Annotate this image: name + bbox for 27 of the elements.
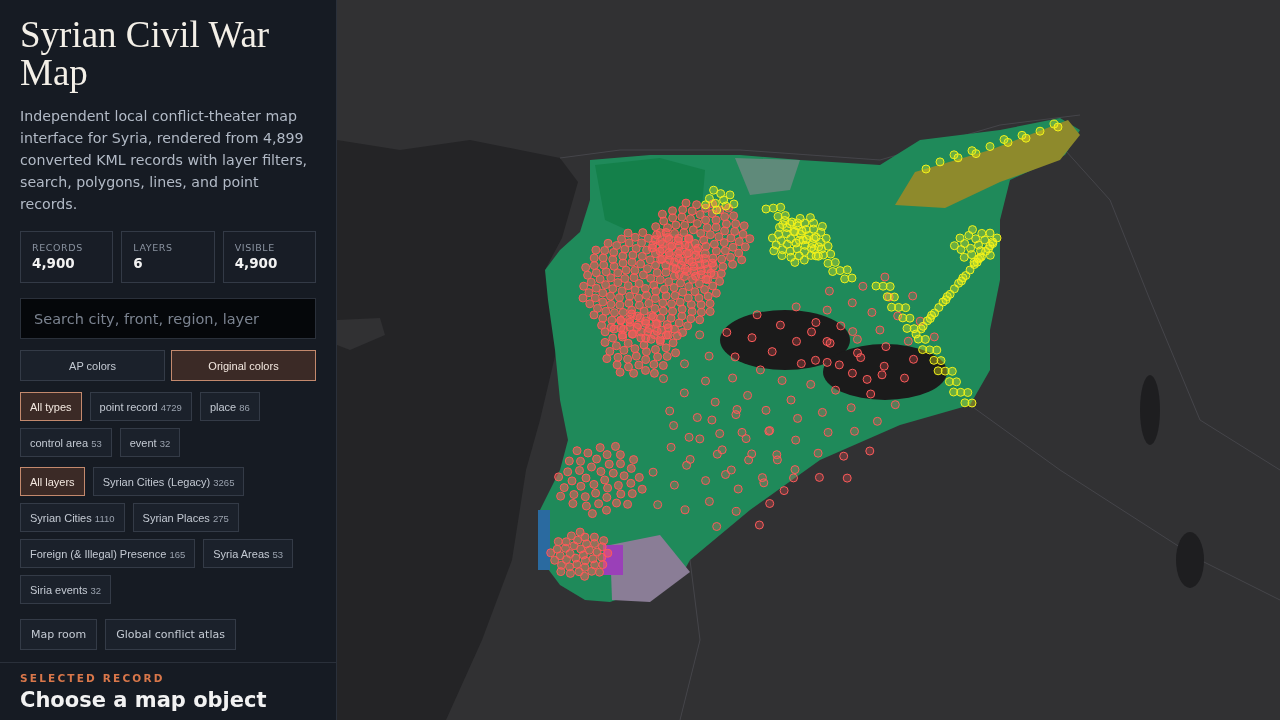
stat-label: VISIBLE bbox=[234, 242, 275, 254]
stat-label: RECORDS bbox=[32, 242, 83, 254]
section-heading: SELECTED RECORD bbox=[20, 672, 166, 685]
type-filter-chip[interactable]: event 32 bbox=[119, 428, 181, 457]
stat-value: 4,900 bbox=[234, 254, 278, 272]
type-filter-chip[interactable]: control area 53 bbox=[20, 428, 112, 457]
layer-filter-chip[interactable]: Syrian Cities 1110 bbox=[20, 503, 125, 532]
layer-filter-chip[interactable]: Syria Areas 53 bbox=[203, 539, 294, 568]
layer-filter-chip[interactable]: All layers bbox=[20, 467, 85, 496]
type-filter-chip[interactable]: point record 4729 bbox=[89, 392, 192, 421]
type-filter-chip[interactable]: place 86 bbox=[199, 392, 260, 421]
page-title: Syrian Civil War Map bbox=[20, 16, 271, 92]
type-filter-chip[interactable]: All types bbox=[20, 392, 82, 421]
layer-filter-chip[interactable]: Syrian Cities (Legacy) 3265 bbox=[92, 467, 245, 496]
stat-value: 6 bbox=[133, 254, 143, 272]
layer-filter-chip[interactable]: Siria events 32 bbox=[20, 575, 112, 604]
layer-filter-chip[interactable]: Foreign (& Illegal) Presence 165 bbox=[20, 539, 196, 568]
layer-filter-chip[interactable]: Syrian Places 275 bbox=[132, 503, 239, 532]
color-mode-button[interactable]: Original colors bbox=[171, 350, 316, 381]
stat-value: 4,900 bbox=[32, 254, 75, 272]
stat-label: LAYERS bbox=[133, 242, 173, 254]
record-title: Choose a map object bbox=[20, 688, 268, 713]
nav-link-button[interactable]: Map room bbox=[20, 619, 98, 650]
description-text: Independent local conflict-theater map interface for Syria, rendered from 4,899 converted KML records with layer filters, search, polygons, lines, and point records. bbox=[20, 107, 309, 214]
color-mode-button[interactable]: AP colors bbox=[20, 350, 165, 381]
search-field[interactable]: Search city, front, region, layer bbox=[20, 298, 316, 339]
nav-link-button[interactable]: Global conflict atlas bbox=[105, 619, 236, 650]
